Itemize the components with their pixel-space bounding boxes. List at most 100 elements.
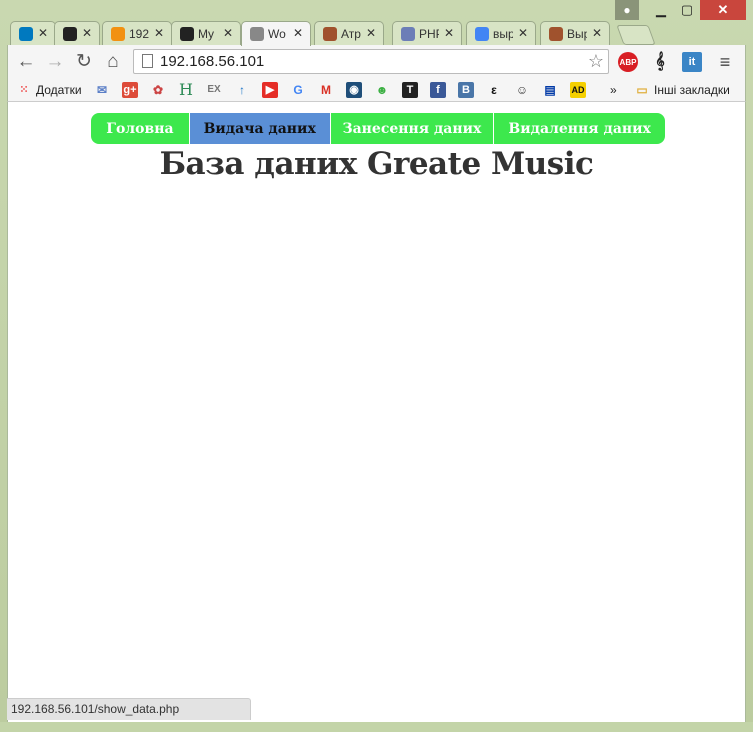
minimize-button[interactable]: ▁: [648, 0, 674, 20]
face-icon: ☺: [515, 82, 529, 97]
bookmarks-bar: ⁙ Додатки ✉ g+ ✿ H EX ↑ ▶ G M ◉ ☻ Tf Bε ☺ ▤ AD » ▭ Інші…: [7, 78, 746, 102]
home-button[interactable]: ⌂: [102, 51, 124, 73]
tab-title: выр: [493, 26, 513, 41]
back-button[interactable]: ←: [15, 51, 37, 73]
blocks-icon: [323, 26, 337, 41]
bookmark-item[interactable]: ☻: [374, 81, 390, 98]
tab-close-icon[interactable]: ✕: [366, 26, 376, 40]
blocks-icon: [549, 26, 563, 41]
browser-window: ● ▁ ▢ ✕ ✕ ✕ 192 ✕ My ✕ Wo ✕ Атр ✕ PHP ✕ выр ✕ Выр ✕ ← →…: [0, 0, 753, 732]
tab-close-icon[interactable]: ✕: [444, 26, 454, 40]
bookmark-star-icon[interactable]: ☆: [588, 50, 604, 73]
browser-tab[interactable]: PHP ✕: [392, 21, 462, 45]
hamburger-icon: ≡: [719, 52, 731, 72]
it-icon[interactable]: it: [682, 52, 702, 72]
tab-title: Выр: [567, 26, 587, 41]
google-icon: G: [293, 82, 303, 97]
browser-tab[interactable]: выр ✕: [466, 21, 536, 45]
github-icon: [63, 26, 77, 41]
profile-button[interactable]: ●: [615, 0, 639, 20]
close-window-button[interactable]: ✕: [700, 0, 746, 20]
arrow-up-icon: ↑: [239, 82, 245, 97]
tab-close-icon[interactable]: ✕: [592, 26, 602, 40]
google-icon: [475, 26, 489, 41]
status-bar: 192.168.56.101/show_data.php: [7, 698, 251, 720]
github-icon: [180, 26, 194, 41]
browser-tab[interactable]: Атр ✕: [314, 21, 384, 45]
bookmark-item[interactable]: M: [318, 81, 334, 98]
trello-icon: [19, 26, 33, 41]
youtube-icon: ▶: [262, 81, 278, 98]
browser-tab[interactable]: My ✕: [171, 21, 241, 45]
apps-bookmark[interactable]: ⁙ Додатки: [16, 81, 81, 98]
bookmark-item[interactable]: EX: [206, 81, 222, 98]
adblock-icon[interactable]: ABP: [618, 52, 638, 72]
tab-close-icon[interactable]: ✕: [223, 26, 233, 40]
php-icon: [401, 26, 415, 41]
tab-title: My: [198, 26, 214, 41]
browser-tab[interactable]: ✕: [10, 21, 56, 45]
bookmark-item[interactable]: H: [178, 80, 194, 99]
browser-tab[interactable]: Wo ✕: [241, 21, 311, 46]
bookmark-item[interactable]: ☺: [514, 81, 530, 98]
menu-item[interactable]: Головна: [91, 113, 190, 144]
address-bar[interactable]: 192.168.56.101 ☆: [133, 49, 609, 74]
bookmark-item[interactable]: ↑: [234, 81, 250, 98]
bookmark-item[interactable]: ▶: [262, 81, 278, 98]
ad-icon: AD: [570, 81, 586, 98]
bookmark-item[interactable]: ✉: [94, 81, 110, 98]
vk-icon: B: [458, 81, 474, 98]
tab-close-icon[interactable]: ✕: [154, 26, 164, 40]
menu-item[interactable]: Занесення даних: [331, 113, 495, 144]
bookmark-item[interactable]: ε: [486, 81, 502, 98]
bookmark-item[interactable]: AD: [570, 81, 586, 98]
window-bottom-edge: [0, 722, 753, 732]
bookmark-item[interactable]: ◉: [346, 81, 362, 98]
bookmark-item[interactable]: f: [430, 81, 446, 98]
browser-tab[interactable]: Выр ✕: [540, 21, 610, 45]
more-bookmarks-button[interactable]: »: [610, 81, 617, 98]
tab-title: PHP: [419, 26, 439, 41]
folder-icon: ▭: [636, 82, 648, 97]
reload-button[interactable]: ↻: [73, 51, 95, 73]
tab-close-icon[interactable]: ✕: [82, 26, 92, 40]
arrow-left-icon: ←: [16, 51, 36, 72]
page-title: База даних Greate Music: [159, 146, 594, 182]
browser-tab[interactable]: 192 ✕: [102, 21, 172, 45]
epsilon-icon: ε: [491, 82, 497, 97]
t-icon: T: [402, 81, 418, 98]
tab-title: 192: [129, 26, 149, 41]
h-icon: H: [179, 80, 193, 99]
site-menu: Головна Видача даних Занесення даних Видале…: [91, 113, 665, 144]
facebook-icon: f: [430, 81, 446, 98]
bookmark-item[interactable]: ✿: [150, 81, 166, 98]
tab-close-icon[interactable]: ✕: [518, 26, 528, 40]
new-tab-button[interactable]: [616, 25, 656, 45]
arrow-right-icon: →: [45, 51, 65, 72]
tab-close-icon[interactable]: ✕: [38, 26, 48, 40]
tab-title: Атр: [341, 26, 361, 41]
browser-tab[interactable]: ✕: [54, 21, 100, 45]
bookmark-item[interactable]: T: [402, 81, 418, 98]
bookmark-item[interactable]: g+: [122, 81, 138, 98]
other-bookmarks-folder[interactable]: ▭ Інші закладки: [634, 81, 730, 98]
bookmark-item[interactable]: ▤: [542, 81, 558, 98]
home-icon: ⌂: [107, 51, 119, 72]
flag-icon: ▤: [544, 82, 556, 97]
other-bookmarks-label: Інші закладки: [654, 82, 730, 97]
bookmark-item[interactable]: B: [458, 81, 474, 98]
tab-close-icon[interactable]: ✕: [293, 26, 303, 40]
forward-button[interactable]: →: [44, 51, 66, 73]
music-icon[interactable]: 𝄞: [650, 52, 670, 72]
menu-item[interactable]: Видалення даних: [494, 113, 665, 144]
bookmark-item[interactable]: G: [290, 81, 306, 98]
tab-title: Wo: [268, 27, 286, 41]
maximize-button[interactable]: ▢: [674, 0, 700, 20]
menu-button[interactable]: ≡: [714, 51, 736, 73]
tab-strip: ✕ ✕ 192 ✕ My ✕ Wo ✕ Атр ✕ PHP ✕ выр ✕ Выр ✕: [10, 19, 750, 46]
menu-item[interactable]: Видача даних: [189, 113, 331, 144]
apps-grid-icon: ⁙: [19, 84, 29, 96]
camera-icon: ◉: [346, 81, 362, 98]
mail-icon: ✉: [96, 82, 108, 97]
gmail-icon: M: [321, 82, 331, 97]
